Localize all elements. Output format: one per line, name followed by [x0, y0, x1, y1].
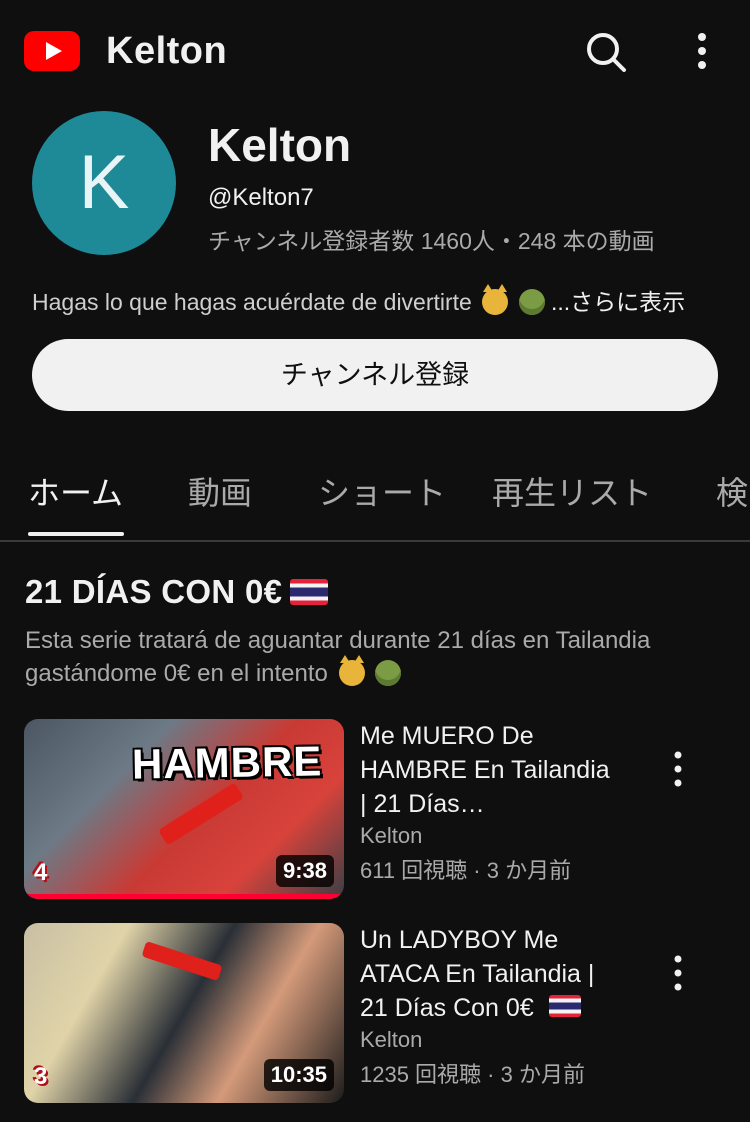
video-title[interactable]: Un LADYBOY Me ATACA En Tailandia | 21 Dí… — [360, 923, 620, 1025]
tab-search[interactable]: 検 — [716, 468, 748, 514]
video-thumbnail[interactable]: 3 10:35 — [24, 923, 344, 1103]
video-meta: 1235 回視聴 · 3 か月前 — [360, 1062, 585, 1087]
episode-number: 4 — [34, 859, 48, 886]
channel-stats: チャンネル登録者数 1460人・248 本の動画 — [208, 228, 655, 254]
thumbnail-caption: HAMBRE — [131, 737, 323, 788]
tab-home[interactable]: ホーム — [28, 468, 123, 514]
video-thumbnail[interactable]: HAMBRE 4 9:38 — [24, 719, 344, 899]
tab-playlists[interactable]: 再生リスト — [492, 468, 652, 514]
subscribe-button[interactable]: チャンネル登録 — [32, 339, 718, 411]
section-title-text: 21 DÍAS CON 0€ — [25, 573, 283, 610]
more-vert-icon[interactable] — [684, 30, 720, 74]
channel-handle: @Kelton7 — [208, 184, 314, 211]
tab-videos[interactable]: 動画 — [188, 468, 252, 514]
thailand-flag-icon — [290, 579, 329, 605]
video-item[interactable]: 3 10:35 Un LADYBOY Me ATACA En Tailandia… — [24, 923, 726, 1103]
grinning-cat-emoji-icon — [482, 284, 509, 315]
section-description: Esta serie tratará de aguantar durante 2… — [25, 624, 725, 690]
active-tab-indicator — [28, 532, 124, 536]
section-title[interactable]: 21 DÍAS CON 0€ — [25, 573, 329, 611]
video-channel: Kelton — [360, 1027, 423, 1052]
section-description-line2-row: gastándome 0€ en el intento — [25, 655, 725, 690]
channel-name: Kelton — [208, 119, 352, 171]
grinning-cat-emoji-icon — [338, 655, 365, 686]
thailand-flag-icon — [548, 995, 581, 1017]
channel-description-text: Hagas lo que hagas acuérdate de divertir… — [32, 289, 472, 315]
search-icon[interactable] — [584, 30, 628, 74]
video-menu-icon[interactable] — [664, 953, 692, 993]
video-title[interactable]: Me MUERO De HAMBRE En Tailandia | 21 Día… — [360, 719, 620, 821]
nauseated-face-emoji-icon — [375, 660, 402, 686]
video-channel: Kelton — [360, 823, 423, 848]
channel-description[interactable]: Hagas lo que hagas acuérdate de divertir… — [32, 283, 685, 317]
show-more-link[interactable]: ...さらに表示 — [551, 289, 685, 315]
watch-progress-bar — [24, 894, 344, 899]
tab-shorts[interactable]: ショート — [318, 468, 446, 514]
section-description-line2: gastándome 0€ en el intento — [25, 660, 328, 687]
thumbnail-arrow-icon — [158, 782, 244, 846]
video-duration: 10:35 — [263, 1059, 334, 1091]
app-bar-title: Kelton — [106, 30, 228, 72]
channel-avatar[interactable]: K — [32, 111, 176, 255]
section-description-line1: Esta serie tratará de aguantar durante 2… — [25, 627, 651, 654]
video-item[interactable]: HAMBRE 4 9:38 Me MUERO De HAMBRE En Tail… — [24, 719, 726, 899]
video-meta: 611 回視聴 · 3 か月前 — [360, 858, 572, 883]
video-duration: 9:38 — [275, 855, 334, 887]
thumbnail-arrow-icon — [141, 941, 223, 981]
nauseated-face-emoji-icon — [518, 289, 545, 315]
episode-number: 3 — [34, 1063, 48, 1090]
channel-tabs: ホーム 動画 ショート 再生リスト 検 — [0, 450, 750, 542]
youtube-logo-icon[interactable] — [24, 31, 80, 71]
top-app-bar: Kelton — [0, 0, 750, 104]
video-menu-icon[interactable] — [664, 749, 692, 789]
